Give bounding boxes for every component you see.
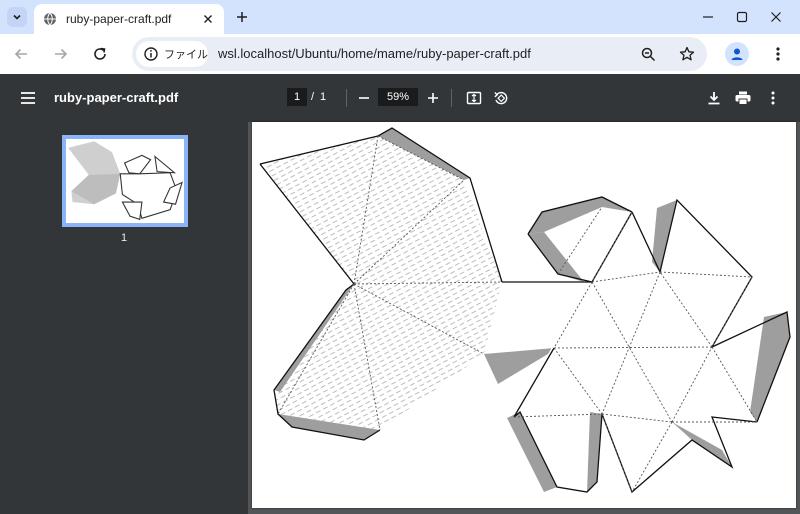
kebab-menu-icon bbox=[776, 47, 780, 61]
reload-button[interactable] bbox=[88, 42, 112, 66]
info-icon bbox=[144, 47, 158, 61]
tab-close-icon[interactable] bbox=[200, 11, 216, 27]
site-info-chip[interactable]: ファイル bbox=[136, 41, 208, 67]
chevron-down-icon bbox=[13, 14, 21, 20]
page-thumbnail[interactable] bbox=[62, 135, 188, 227]
page-total: 1 bbox=[320, 91, 327, 103]
paper-craft-net-figure bbox=[259, 127, 792, 494]
url-text[interactable]: wsl.localhost/Ubuntu/home/mame/ruby-pape… bbox=[218, 46, 531, 61]
close-icon bbox=[771, 12, 781, 22]
zoom-level-input[interactable]: 59% bbox=[378, 88, 418, 106]
tab-search-button[interactable] bbox=[7, 7, 27, 27]
more-actions-button[interactable] bbox=[761, 86, 785, 110]
fit-to-page-icon bbox=[466, 91, 482, 105]
hamburger-menu-icon bbox=[21, 92, 35, 104]
minimize-icon bbox=[703, 16, 713, 18]
pdf-page bbox=[252, 122, 796, 508]
page-number-input[interactable]: 1 bbox=[287, 88, 307, 106]
profile-button[interactable] bbox=[725, 42, 749, 66]
star-icon bbox=[679, 46, 695, 61]
back-button[interactable] bbox=[9, 42, 33, 66]
new-tab-button[interactable] bbox=[233, 8, 251, 26]
zoom-out-magnifier-icon bbox=[641, 47, 655, 61]
pdf-toolbar: ruby-paper-craft.pdf 1 / 1 59% bbox=[0, 74, 800, 122]
pdf-title: ruby-paper-craft.pdf bbox=[54, 90, 179, 105]
plus-icon bbox=[428, 93, 438, 103]
browser-toolbar: ファイル wsl.localhost/Ubuntu/home/mame/ruby… bbox=[0, 34, 800, 74]
minimize-button[interactable] bbox=[697, 6, 719, 28]
toolbar-divider bbox=[451, 89, 452, 107]
sidebar-toggle-button[interactable] bbox=[16, 86, 40, 110]
thumbnail-sidebar: 1 bbox=[0, 122, 248, 514]
bookmark-button[interactable] bbox=[677, 44, 697, 64]
kebab-menu-icon bbox=[771, 91, 775, 105]
page-separator: / bbox=[311, 91, 315, 103]
forward-button[interactable] bbox=[49, 42, 73, 66]
download-icon bbox=[708, 92, 720, 105]
zoom-indicator-button[interactable] bbox=[638, 44, 658, 64]
avatar-icon bbox=[731, 48, 743, 60]
minus-icon bbox=[359, 97, 369, 99]
close-window-button[interactable] bbox=[765, 6, 787, 28]
zoom-out-button[interactable] bbox=[352, 86, 376, 110]
site-chip-label: ファイル bbox=[164, 49, 208, 61]
fit-page-button[interactable] bbox=[462, 86, 486, 110]
thumbnail-page-number: 1 bbox=[120, 232, 128, 244]
arrow-left-icon bbox=[14, 48, 27, 60]
reload-icon bbox=[94, 47, 106, 60]
globe-icon bbox=[42, 11, 58, 27]
maximize-icon bbox=[736, 11, 748, 23]
download-button[interactable] bbox=[702, 86, 726, 110]
maximize-button[interactable] bbox=[731, 6, 753, 28]
tab-active[interactable]: ruby-paper-craft.pdf bbox=[34, 4, 224, 34]
tab-strip: ruby-paper-craft.pdf bbox=[0, 0, 800, 34]
print-button[interactable] bbox=[731, 86, 755, 110]
zoom-in-button[interactable] bbox=[421, 86, 445, 110]
rotate-counterclockwise-icon bbox=[494, 91, 508, 105]
plus-icon bbox=[237, 12, 247, 22]
arrow-right-icon bbox=[55, 48, 68, 60]
pdf-viewer-area[interactable] bbox=[248, 122, 800, 514]
browser-menu-button[interactable] bbox=[768, 42, 788, 66]
rotate-button[interactable] bbox=[489, 86, 513, 110]
printer-icon bbox=[735, 91, 751, 105]
address-bar[interactable]: ファイル wsl.localhost/Ubuntu/home/mame/ruby… bbox=[132, 37, 707, 71]
browser-window: ruby-paper-craft.pdf ファイル wsl.localhost/… bbox=[0, 0, 800, 514]
toolbar-divider bbox=[346, 89, 347, 107]
tab-title: ruby-paper-craft.pdf bbox=[66, 12, 172, 26]
thumbnail-preview-image bbox=[68, 141, 183, 221]
